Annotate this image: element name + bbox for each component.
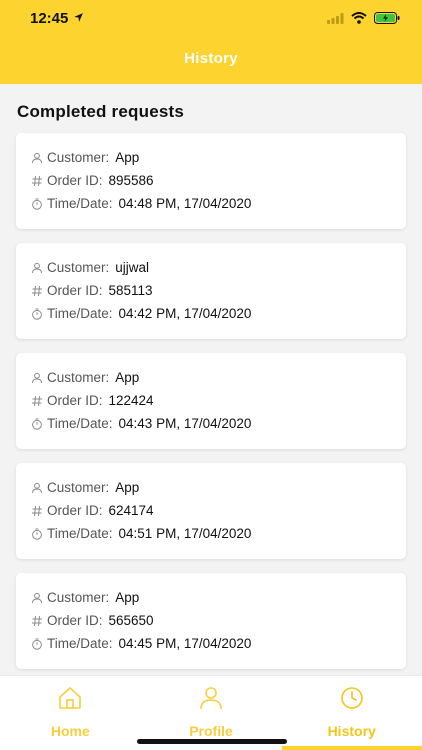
customer-value: App bbox=[115, 150, 140, 165]
time-date-label: Time/Date: bbox=[47, 416, 113, 431]
time-date-value: 04:43 PM, 17/04/2020 bbox=[118, 416, 252, 431]
order-id-label: Order ID: bbox=[47, 173, 103, 188]
order-id-label: Order ID: bbox=[47, 503, 103, 518]
stopwatch-icon bbox=[30, 307, 44, 321]
order-id-value: 585113 bbox=[108, 283, 153, 298]
order-id-value: 624174 bbox=[108, 503, 154, 518]
time-date-label: Time/Date: bbox=[47, 196, 113, 211]
request-order-id-row: Order ID: 585113 bbox=[30, 279, 406, 302]
request-order-id-row: Order ID: 624174 bbox=[30, 499, 406, 522]
battery-icon bbox=[374, 11, 400, 29]
order-id-label: Order ID: bbox=[47, 613, 103, 628]
time-date-label: Time/Date: bbox=[47, 526, 113, 541]
hash-icon bbox=[30, 284, 44, 298]
request-time-date-row: Time/Date: 04:42 PM, 17/04/2020 bbox=[30, 302, 406, 325]
request-customer-row: Customer: ujjwal bbox=[30, 256, 406, 279]
customer-value: App bbox=[115, 590, 140, 605]
status-indicators bbox=[327, 11, 400, 29]
person-icon bbox=[30, 481, 44, 495]
customer-value: App bbox=[115, 480, 140, 495]
time-date-value: 04:42 PM, 17/04/2020 bbox=[118, 306, 252, 321]
request-time-date-row: Time/Date: 04:48 PM, 17/04/2020 bbox=[30, 192, 406, 215]
customer-label: Customer: bbox=[47, 260, 110, 275]
customer-value: ujjwal bbox=[115, 260, 150, 275]
user-icon bbox=[198, 686, 224, 715]
page-title: History bbox=[184, 50, 238, 67]
request-customer-row: Customer: App bbox=[30, 476, 406, 499]
request-time-date-row: Time/Date: 04:43 PM, 17/04/2020 bbox=[30, 412, 406, 435]
request-order-id-row: Order ID: 122424 bbox=[30, 389, 406, 412]
hash-icon bbox=[30, 174, 44, 188]
nav-label-home: Home bbox=[50, 723, 90, 739]
order-id-value: 895586 bbox=[108, 173, 154, 188]
person-icon bbox=[30, 151, 44, 165]
hash-icon bbox=[30, 504, 44, 518]
nav-label-profile: Profile bbox=[189, 723, 233, 739]
request-list: Customer: App Order ID: 895586 Time/Date: 04:… bbox=[16, 133, 406, 683]
request-card[interactable]: Customer: App Order ID: 624174 Time/Date: 04:… bbox=[16, 463, 406, 559]
clock-icon bbox=[339, 686, 365, 715]
time-date-label: Time/Date: bbox=[47, 636, 113, 651]
request-time-date-row: Time/Date: 04:51 PM, 17/04/2020 bbox=[30, 522, 406, 545]
order-id-label: Order ID: bbox=[47, 393, 103, 408]
stopwatch-icon bbox=[30, 197, 44, 211]
location-arrow-icon bbox=[73, 10, 84, 27]
home-indicator bbox=[137, 739, 287, 744]
request-customer-row: Customer: App bbox=[30, 586, 406, 609]
wifi-icon bbox=[351, 11, 367, 29]
stopwatch-icon bbox=[30, 637, 44, 651]
time-date-value: 04:45 PM, 17/04/2020 bbox=[118, 636, 252, 651]
request-card[interactable]: Customer: App Order ID: 895586 Time/Date: 04:… bbox=[16, 133, 406, 229]
person-icon bbox=[30, 371, 44, 385]
hash-icon bbox=[30, 614, 44, 628]
order-id-value: 122424 bbox=[108, 393, 154, 408]
customer-label: Customer: bbox=[47, 590, 110, 605]
customer-label: Customer: bbox=[47, 480, 110, 495]
nav-item-history[interactable]: History bbox=[281, 676, 422, 750]
customer-label: Customer: bbox=[47, 150, 110, 165]
signal-icon bbox=[327, 11, 344, 29]
request-card[interactable]: Customer: ujjwal Order ID: 585113 Time/Date:… bbox=[16, 243, 406, 339]
nav-item-home[interactable]: Home bbox=[0, 676, 141, 750]
customer-value: App bbox=[115, 370, 140, 385]
request-card[interactable]: Customer: App Order ID: 565650 Time/Date: 04:… bbox=[16, 573, 406, 669]
time-date-value: 04:48 PM, 17/04/2020 bbox=[118, 196, 252, 211]
stopwatch-icon bbox=[30, 417, 44, 431]
order-id-label: Order ID: bbox=[47, 283, 103, 298]
active-tab-indicator bbox=[282, 746, 422, 750]
time-date-value: 04:51 PM, 17/04/2020 bbox=[118, 526, 252, 541]
request-customer-row: Customer: App bbox=[30, 366, 406, 389]
status-time: 12:45 bbox=[30, 10, 69, 27]
request-time-date-row: Time/Date: 04:45 PM, 17/04/2020 bbox=[30, 632, 406, 655]
section-title: Completed requests bbox=[17, 102, 185, 121]
header-bar: 12:45 History bbox=[0, 0, 422, 84]
request-card[interactable]: Customer: App Order ID: 122424 Time/Date: 04:… bbox=[16, 353, 406, 449]
home-icon bbox=[57, 686, 83, 715]
request-order-id-row: Order ID: 565650 bbox=[30, 609, 406, 632]
request-customer-row: Customer: App bbox=[30, 146, 406, 169]
stopwatch-icon bbox=[30, 527, 44, 541]
hash-icon bbox=[30, 394, 44, 408]
time-date-label: Time/Date: bbox=[47, 306, 113, 321]
status-time-group: 12:45 bbox=[30, 10, 84, 27]
nav-label-history: History bbox=[327, 723, 376, 739]
order-id-value: 565650 bbox=[108, 613, 154, 628]
person-icon bbox=[30, 591, 44, 605]
customer-label: Customer: bbox=[47, 370, 110, 385]
person-icon bbox=[30, 261, 44, 275]
request-order-id-row: Order ID: 895586 bbox=[30, 169, 406, 192]
